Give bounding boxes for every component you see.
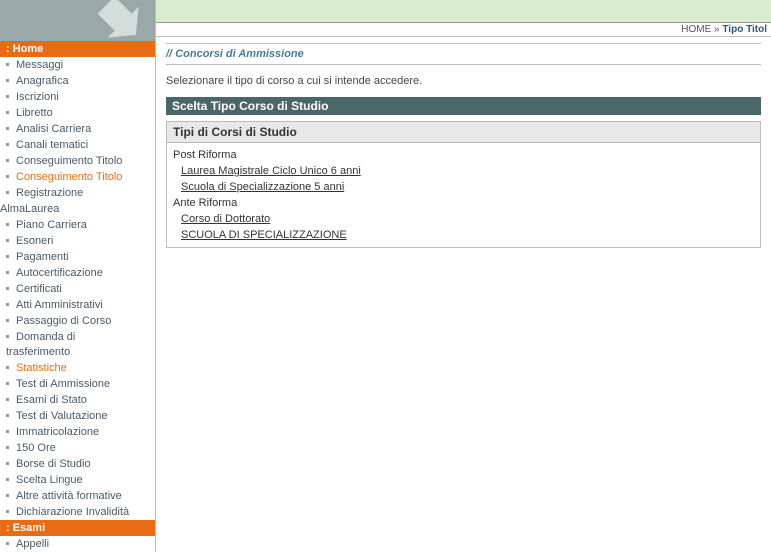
course-link-1-1[interactable]: SCUOLA DI SPECIALIZZAZIONE	[181, 229, 347, 241]
course-group-1: Ante Riforma	[173, 195, 754, 211]
nav-item-a-0[interactable]: Messaggi	[6, 57, 155, 73]
course-link-0-1[interactable]: Scuola di Specializzazione 5 anni	[181, 181, 344, 193]
breadcrumb-current: Tipo Titol	[722, 24, 767, 35]
nav-item-c-8[interactable]: Altre attività formative	[6, 488, 155, 504]
page-title-bar: // Concorsi di Ammissione	[166, 43, 761, 65]
course-group-0: Post Riforma	[173, 147, 754, 163]
breadcrumb-sep: »	[714, 24, 720, 35]
nav-item-c-4[interactable]: Immatricolazione	[6, 424, 155, 440]
nav-item-trasferimento: trasferimento	[0, 345, 155, 360]
nav-item-a-7[interactable]: Conseguimento Titolo	[6, 169, 155, 185]
course-link-0-0[interactable]: Laurea Magistrale Ciclo Unico 6 anni	[181, 165, 361, 177]
course-link-1-0[interactable]: Corso di Dottorato	[181, 213, 270, 225]
nav-item-a-3[interactable]: Libretto	[6, 105, 155, 121]
page-title: Concorsi di Ammissione	[175, 48, 304, 60]
nav-item-b-1[interactable]: Esoneri	[6, 233, 155, 249]
almalaurea-label: AlmaLaurea	[0, 201, 155, 217]
nav-item-a-6[interactable]: Conseguimento Titolo	[6, 153, 155, 169]
nav-item-c-2[interactable]: Esami di Stato	[6, 392, 155, 408]
top-banner	[156, 0, 771, 23]
nav-item-c-0[interactable]: Statistiche	[6, 360, 155, 376]
nav-item-c-1[interactable]: Test di Ammissione	[6, 376, 155, 392]
nav-item-c-5[interactable]: 150 Ore	[6, 440, 155, 456]
nav-item-a-1[interactable]: Anagrafica	[6, 73, 155, 89]
table-body: Post Riforma Laurea Magistrale Ciclo Unic…	[167, 143, 760, 247]
logo-arrow	[0, 0, 155, 41]
nav-item-b-2[interactable]: Pagamenti	[6, 249, 155, 265]
nav-item-c-3[interactable]: Test di Valutazione	[6, 408, 155, 424]
section-header: Scelta Tipo Corso di Studio	[166, 97, 761, 115]
nav-item-b-0[interactable]: Piano Carriera	[6, 217, 155, 233]
nav-item-b-6[interactable]: Passaggio di Corso	[6, 313, 155, 329]
intro-text: Selezionare il tipo di corso a cui si in…	[166, 75, 761, 87]
nav-item-c-6[interactable]: Borse di Studio	[6, 456, 155, 472]
nav-item-a-2[interactable]: Iscrizioni	[6, 89, 155, 105]
nav-item-b-5[interactable]: Atti Amministrativi	[6, 297, 155, 313]
sidebar-header-esami: : Esami	[0, 520, 155, 536]
nav-item-a-5[interactable]: Canali tematici	[6, 137, 155, 153]
main-content: // Concorsi di Ammissione Selezionare il…	[156, 37, 771, 254]
nav-item-a-8[interactable]: Registrazione	[6, 185, 155, 201]
nav-item-d-0[interactable]: Appelli	[6, 536, 155, 552]
sidebar-header-home: : Home	[0, 41, 155, 57]
breadcrumb: HOME » Tipo Titol	[156, 23, 771, 37]
nav-item-b-3[interactable]: Autocertificazione	[6, 265, 155, 281]
table-header: Tipi di Corsi di Studio	[167, 122, 760, 143]
nav-item-a-4[interactable]: Analisi Carriera	[6, 121, 155, 137]
course-type-table: Tipi di Corsi di Studio Post Riforma Laur…	[166, 121, 761, 248]
nav-item-c-9[interactable]: Dichiarazione Invalidità	[6, 504, 155, 520]
nav-item-b-4[interactable]: Certificati	[6, 281, 155, 297]
nav-item-domanda[interactable]: Domanda di	[6, 329, 155, 345]
title-slashes: //	[166, 48, 172, 60]
sidebar: : HomeMessaggiAnagraficaIscrizioniLibret…	[0, 41, 155, 552]
nav-item-c-7[interactable]: Scelta Lingue	[6, 472, 155, 488]
breadcrumb-home[interactable]: HOME	[681, 24, 711, 35]
